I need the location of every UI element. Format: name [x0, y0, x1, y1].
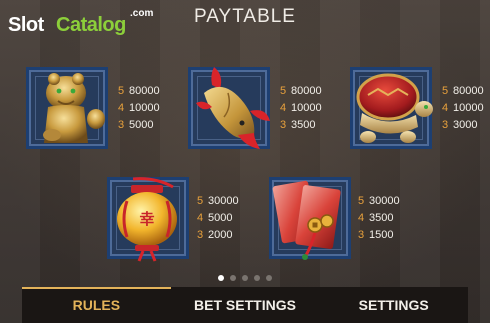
paytable-koi-fish: 5 80000 4 10000 3 3500	[280, 83, 350, 134]
page-dot[interactable]	[218, 275, 224, 281]
red-lantern-icon: 幸	[117, 177, 177, 262]
svg-text:幸: 幸	[139, 210, 154, 228]
pay-count: 5	[358, 195, 365, 207]
pay-value: 3000	[453, 119, 478, 131]
page-dot[interactable]	[266, 275, 272, 281]
pay-count: 3	[280, 119, 287, 131]
pay-count: 4	[280, 102, 287, 114]
pay-row: 4 5000	[197, 210, 267, 227]
pay-row: 5 80000	[280, 83, 350, 100]
pay-value: 10000	[291, 102, 322, 114]
paytable-red-envelopes: 5 30000 4 3500 3 1500	[358, 193, 428, 244]
pay-count: 4	[442, 102, 449, 114]
page-dot[interactable]	[254, 275, 260, 281]
pay-row: 4 10000	[118, 100, 188, 117]
golden-lion-icon	[43, 73, 105, 143]
symbol-lantern: 幸	[107, 177, 189, 262]
page-indicator	[0, 275, 490, 283]
pay-count: 3	[118, 119, 125, 131]
page-dot[interactable]	[230, 275, 236, 281]
paytable-lantern: 5 30000 4 5000 3 2000	[197, 193, 267, 244]
pay-value: 3500	[291, 119, 316, 131]
pay-value: 80000	[291, 85, 322, 97]
pay-value: 5000	[129, 119, 154, 131]
paytable-foo-dog: 5 80000 4 10000 3 5000	[118, 83, 188, 134]
pay-value: 30000	[369, 195, 400, 207]
pay-count: 5	[197, 195, 204, 207]
pay-count: 3	[442, 119, 449, 131]
pay-row: 3 3000	[442, 117, 490, 134]
bottom-tab-bar: RULES BET SETTINGS SETTINGS	[22, 287, 468, 323]
pay-row: 5 30000	[358, 193, 428, 210]
pay-value: 10000	[453, 102, 484, 114]
pay-row: 5 30000	[197, 193, 267, 210]
symbol-turtle	[350, 67, 433, 149]
symbol-foo-dog	[26, 67, 108, 149]
pay-row: 3 3500	[280, 117, 350, 134]
pay-row: 3 1500	[358, 227, 428, 244]
pay-count: 5	[442, 85, 449, 97]
pay-row: 3 5000	[118, 117, 188, 134]
golden-turtle-icon	[356, 73, 433, 143]
pay-value: 3500	[369, 212, 394, 224]
pay-count: 5	[118, 85, 125, 97]
paytable-turtle: 5 80000 4 10000 3 3000	[442, 83, 490, 134]
pay-row: 5 80000	[118, 83, 188, 100]
red-envelope-icon	[272, 180, 341, 260]
tab-rules[interactable]: RULES	[22, 287, 171, 323]
pay-count: 4	[118, 102, 125, 114]
pay-row: 3 2000	[197, 227, 267, 244]
pay-row: 4 10000	[442, 100, 490, 117]
page-title: PAYTABLE	[194, 6, 296, 27]
pay-row: 4 3500	[358, 210, 428, 227]
pay-value: 1500	[369, 229, 394, 241]
pay-count: 3	[358, 229, 365, 241]
page-dot[interactable]	[242, 275, 248, 281]
symbol-koi-fish	[188, 67, 270, 149]
pay-row: 5 80000	[442, 83, 490, 100]
pay-value: 30000	[208, 195, 239, 207]
pay-value: 2000	[208, 229, 233, 241]
pay-count: 4	[197, 212, 204, 224]
tab-bet-settings[interactable]: BET SETTINGS	[171, 287, 320, 323]
symbol-red-envelopes	[269, 177, 351, 260]
pay-row: 4 10000	[280, 100, 350, 117]
tab-settings[interactable]: SETTINGS	[319, 287, 468, 323]
pay-count: 4	[358, 212, 365, 224]
golden-koi-icon	[196, 67, 270, 149]
pay-count: 5	[280, 85, 287, 97]
pay-value: 5000	[208, 212, 233, 224]
pay-count: 3	[197, 229, 204, 241]
pay-value: 80000	[129, 85, 160, 97]
pay-value: 10000	[129, 102, 160, 114]
pay-value: 80000	[453, 85, 484, 97]
